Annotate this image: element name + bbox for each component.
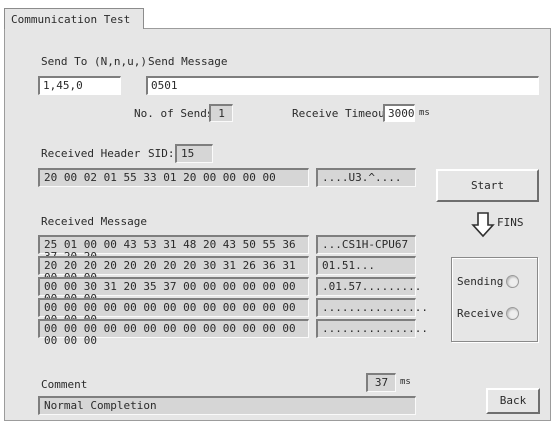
sends-value: 1 (209, 104, 233, 122)
received-message-hex-row: 20 20 20 20 20 20 20 20 30 31 26 36 31 0… (38, 256, 309, 284)
sid-label: SID: (148, 147, 175, 160)
timeout-unit: ms (419, 108, 430, 118)
received-message-hex-row: 00 00 00 00 00 00 00 00 00 00 00 00 00 0… (38, 319, 309, 347)
send-to-input[interactable]: 1,45,0 (38, 76, 121, 95)
elapsed-time-value: 37 (366, 373, 396, 392)
send-to-label: Send To (N,n,u,) (41, 55, 147, 68)
sid-value: 15 (175, 144, 213, 163)
comment-field: Normal Completion (38, 396, 416, 415)
received-message-ascii-row: .01.57......... (316, 277, 421, 296)
status-group (451, 257, 538, 342)
received-header-ascii: ....U3.^.... (316, 168, 416, 187)
sending-label: Sending (457, 275, 504, 288)
received-message-ascii-row: ...CS1H-CPU67 (316, 235, 416, 254)
received-message-hex-row: 00 00 00 00 00 00 00 00 00 00 00 00 00 0… (38, 298, 309, 326)
tab-communication-test[interactable]: Communication Test (4, 8, 144, 29)
send-message-label: Send Message (148, 55, 228, 68)
receive-indicator (506, 307, 519, 320)
received-message-label: Received Message (41, 215, 147, 228)
received-message-ascii-row: ................ (316, 298, 428, 317)
back-button[interactable]: Back (486, 388, 540, 414)
timeout-input[interactable]: 3000 (383, 104, 415, 122)
timeout-label: Receive Timeout (292, 107, 392, 120)
sends-label: No. of Sends: (134, 107, 221, 120)
send-message-input[interactable]: 0501 (146, 76, 539, 95)
received-message-ascii-row: ................ (316, 319, 428, 338)
received-message-hex-row: 25 01 00 00 43 53 31 48 20 43 50 55 36 3… (38, 235, 309, 263)
sending-indicator (506, 275, 519, 288)
down-arrow-icon (471, 212, 495, 238)
start-button[interactable]: Start (436, 169, 539, 202)
received-header-label: Received Header (41, 147, 141, 160)
receive-label: Receive (457, 307, 504, 320)
received-header-hex: 20 00 02 01 55 33 01 20 00 00 00 00 (38, 168, 309, 187)
comment-label: Comment (41, 378, 88, 391)
received-message-ascii-row: 01.51... (316, 256, 416, 275)
received-message-hex-row: 00 00 30 31 20 35 37 00 00 00 00 00 00 0… (38, 277, 309, 305)
elapsed-time-unit: ms (400, 377, 411, 387)
fins-label: FINS (497, 216, 524, 229)
